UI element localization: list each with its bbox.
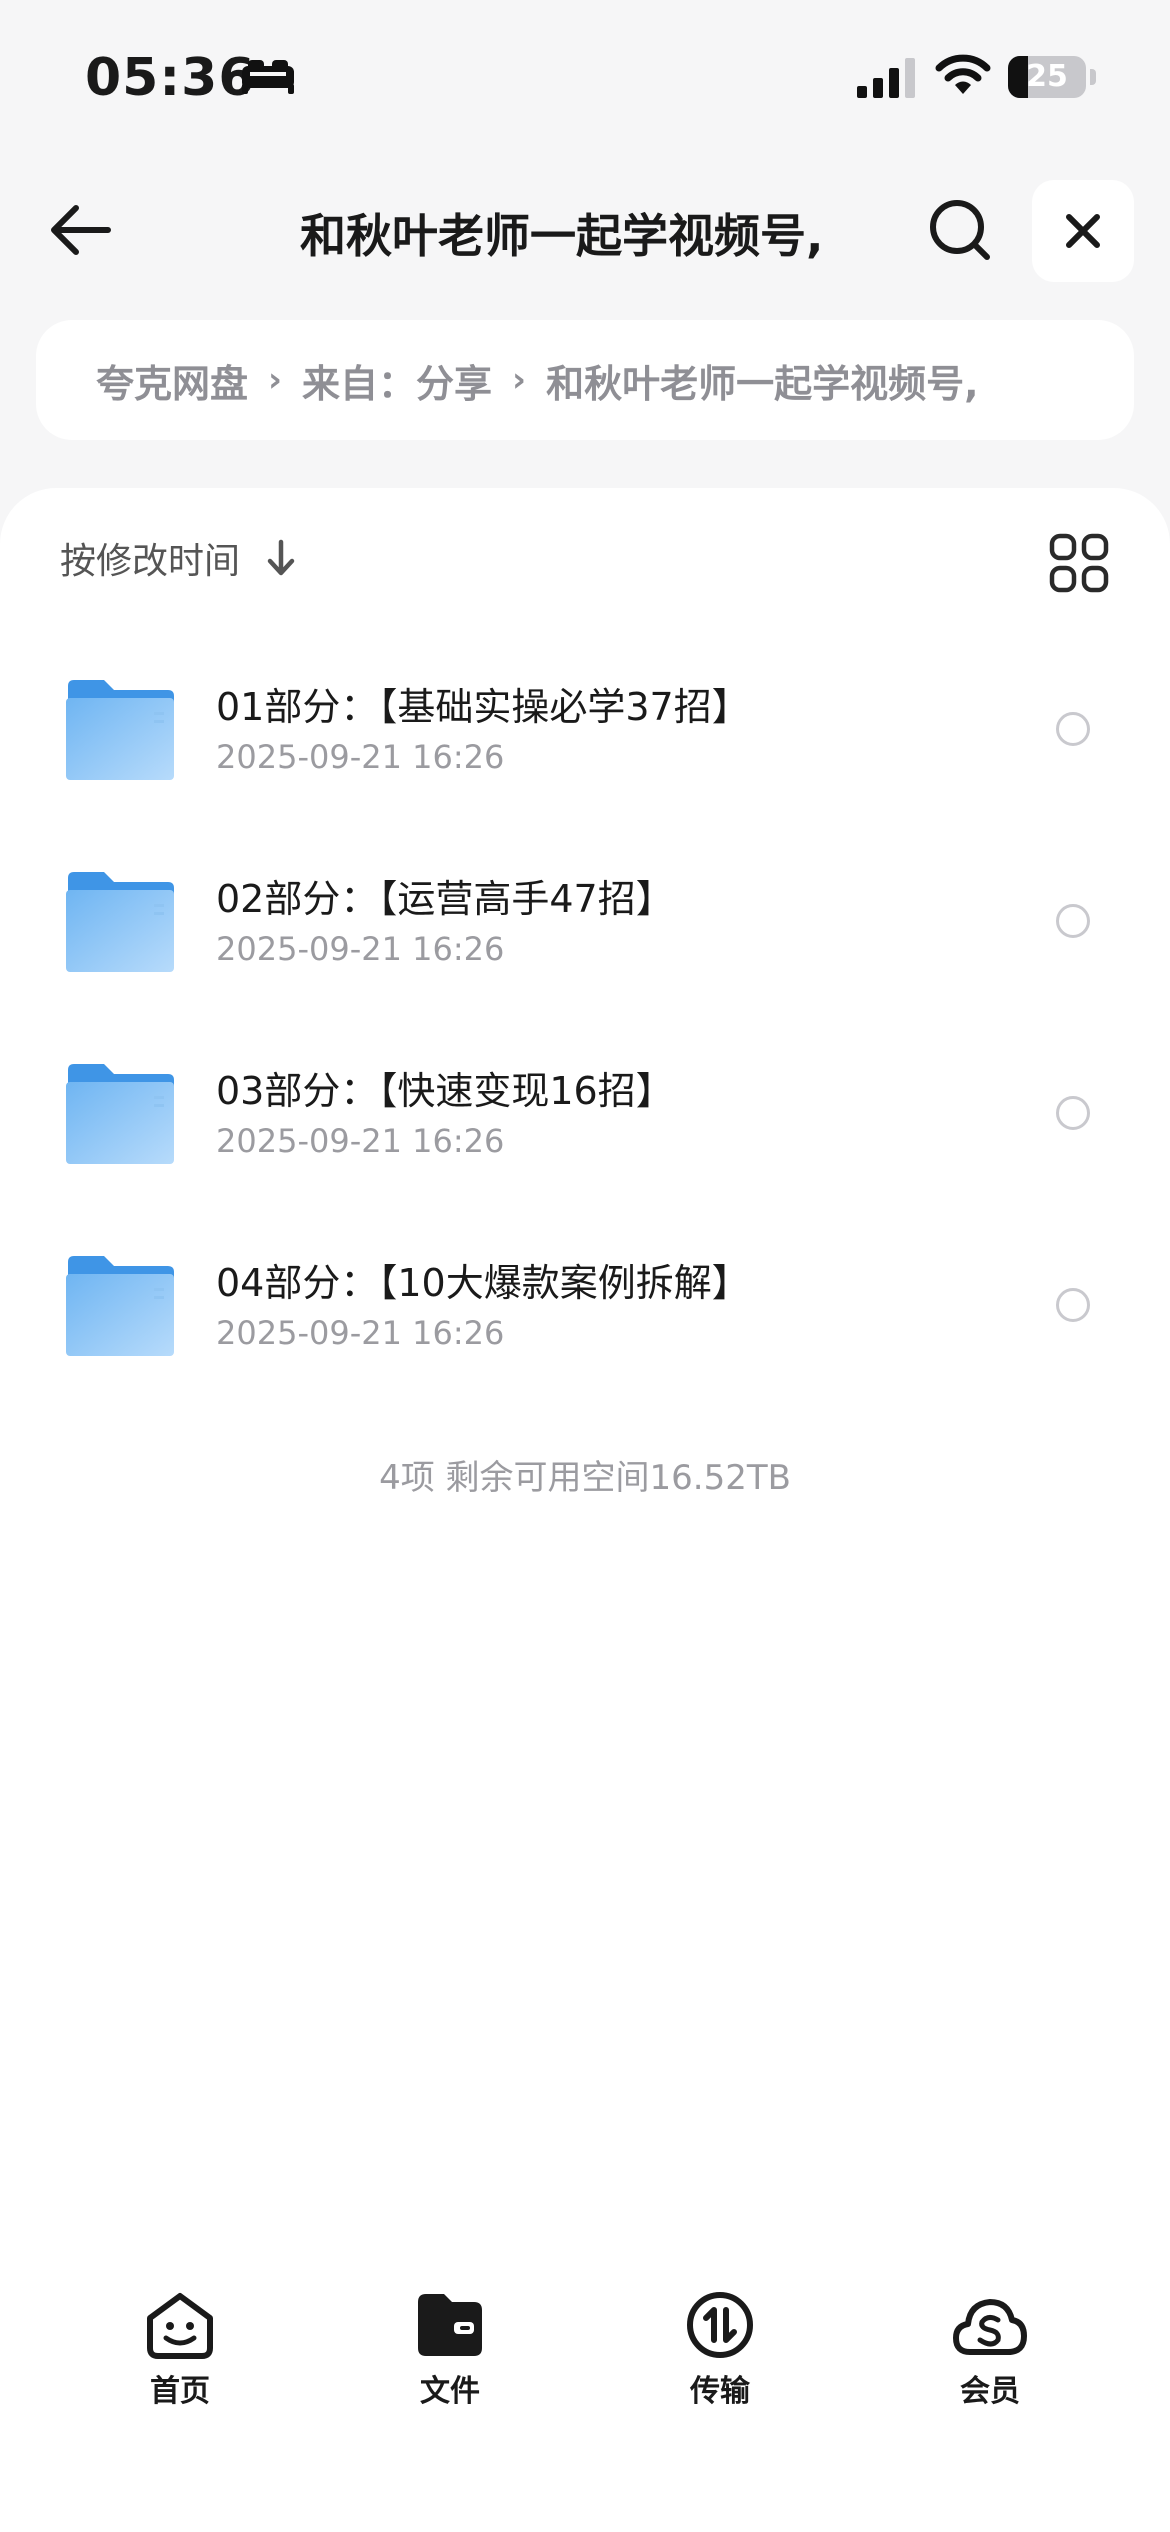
sort-down-arrow-icon — [267, 539, 295, 576]
breadcrumb-item-root[interactable]: 夸克网盘 — [96, 353, 248, 408]
folder-row[interactable]: 02部分：【运营高手47招】 2025-09-21 16:26 — [0, 830, 1170, 1022]
breadcrumb-separator: › — [268, 360, 283, 400]
folder-row[interactable]: 03部分：【快速变现16招】 2025-09-21 16:26 — [0, 1022, 1170, 1214]
folder-icon — [66, 872, 174, 972]
status-time: 05:36 — [85, 48, 256, 108]
status-bar: 05:36 25 — [0, 0, 1170, 150]
folder-date: 2025-09-21 16:26 — [216, 930, 505, 968]
transfer-icon — [687, 2292, 753, 2358]
close-icon — [1066, 214, 1100, 248]
folder-date: 2025-09-21 16:26 — [216, 1122, 505, 1160]
folder-name: 01部分：【基础实操必学37招】 — [216, 685, 750, 729]
battery-cap — [1090, 69, 1096, 85]
tab-label: 首页 — [150, 2374, 210, 2409]
wifi-icon — [935, 54, 991, 94]
sleep-focus-icon — [242, 60, 294, 94]
tab-label: 会员 — [960, 2374, 1020, 2409]
sort-label: 按修改时间 — [60, 541, 241, 582]
back-arrow-icon — [51, 205, 111, 255]
battery-level: 25 — [1026, 59, 1068, 94]
back-button[interactable] — [40, 190, 120, 270]
tab-member[interactable]: 会员 — [890, 2290, 1090, 2420]
breadcrumb-separator: › — [512, 360, 527, 400]
folder-name: 03部分：【快速变现16招】 — [216, 1069, 674, 1113]
breadcrumb: 夸克网盘 › 来自：分享 › 和秋叶老师一起学视频号, — [36, 320, 1134, 440]
screen: 05:36 25 和秋叶老师一起学视频号, 夸克网盘 › 来自：分享 › 和秋叶… — [0, 0, 1170, 2532]
storage-summary: 4项 剩余可用空间16.52TB — [379, 1458, 791, 1498]
close-button[interactable] — [1032, 180, 1134, 282]
folder-row[interactable]: 01部分：【基础实操必学37招】 2025-09-21 16:26 — [0, 638, 1170, 830]
sort-button[interactable]: 按修改时间 — [60, 532, 296, 584]
search-button[interactable] — [920, 190, 1000, 270]
folder-icon — [66, 1064, 174, 1164]
file-list: 01部分：【基础实操必学37招】 2025-09-21 16:26 02部分：【… — [0, 638, 1170, 1406]
header: 和秋叶老师一起学视频号, — [0, 170, 1170, 290]
tab-home[interactable]: 首页 — [80, 2290, 280, 2420]
battery-icon: 25 — [1008, 56, 1086, 98]
page-title: 和秋叶老师一起学视频号, — [300, 209, 824, 263]
folder-icon — [66, 1256, 174, 1356]
folder-icon — [66, 680, 174, 780]
select-checkbox[interactable] — [1056, 712, 1090, 746]
folder-date: 2025-09-21 16:26 — [216, 738, 505, 776]
files-folder-icon — [418, 2294, 482, 2356]
bottom-tab-bar: 首页 文件 传输 会员 — [0, 2270, 1170, 2430]
folder-row[interactable]: 04部分：【10大爆款案例拆解】 2025-09-21 16:26 — [0, 1214, 1170, 1406]
breadcrumb-item-share[interactable]: 来自：分享 — [302, 353, 492, 408]
grid-view-icon[interactable] — [1048, 532, 1110, 594]
select-checkbox[interactable] — [1056, 904, 1090, 938]
cellular-signal-icon — [857, 58, 915, 98]
select-checkbox[interactable] — [1056, 1288, 1090, 1322]
select-checkbox[interactable] — [1056, 1096, 1090, 1130]
member-cloud-icon — [953, 2299, 1027, 2355]
tab-files[interactable]: 文件 — [350, 2290, 550, 2420]
file-list-panel: 按修改时间 01部分：【基础实操必学37招】 2025-09-21 16:26 … — [0, 488, 1170, 2532]
tab-label: 传输 — [690, 2374, 750, 2409]
folder-date: 2025-09-21 16:26 — [216, 1314, 505, 1352]
tab-transfer[interactable]: 传输 — [620, 2290, 820, 2420]
folder-name: 04部分：【10大爆款案例拆解】 — [216, 1261, 750, 1305]
breadcrumb-item-current[interactable]: 和秋叶老师一起学视频号, — [546, 353, 978, 408]
search-icon — [930, 200, 990, 260]
home-smile-icon — [147, 2293, 213, 2359]
folder-name: 02部分：【运营高手47招】 — [216, 877, 674, 921]
tab-label: 文件 — [420, 2374, 480, 2409]
